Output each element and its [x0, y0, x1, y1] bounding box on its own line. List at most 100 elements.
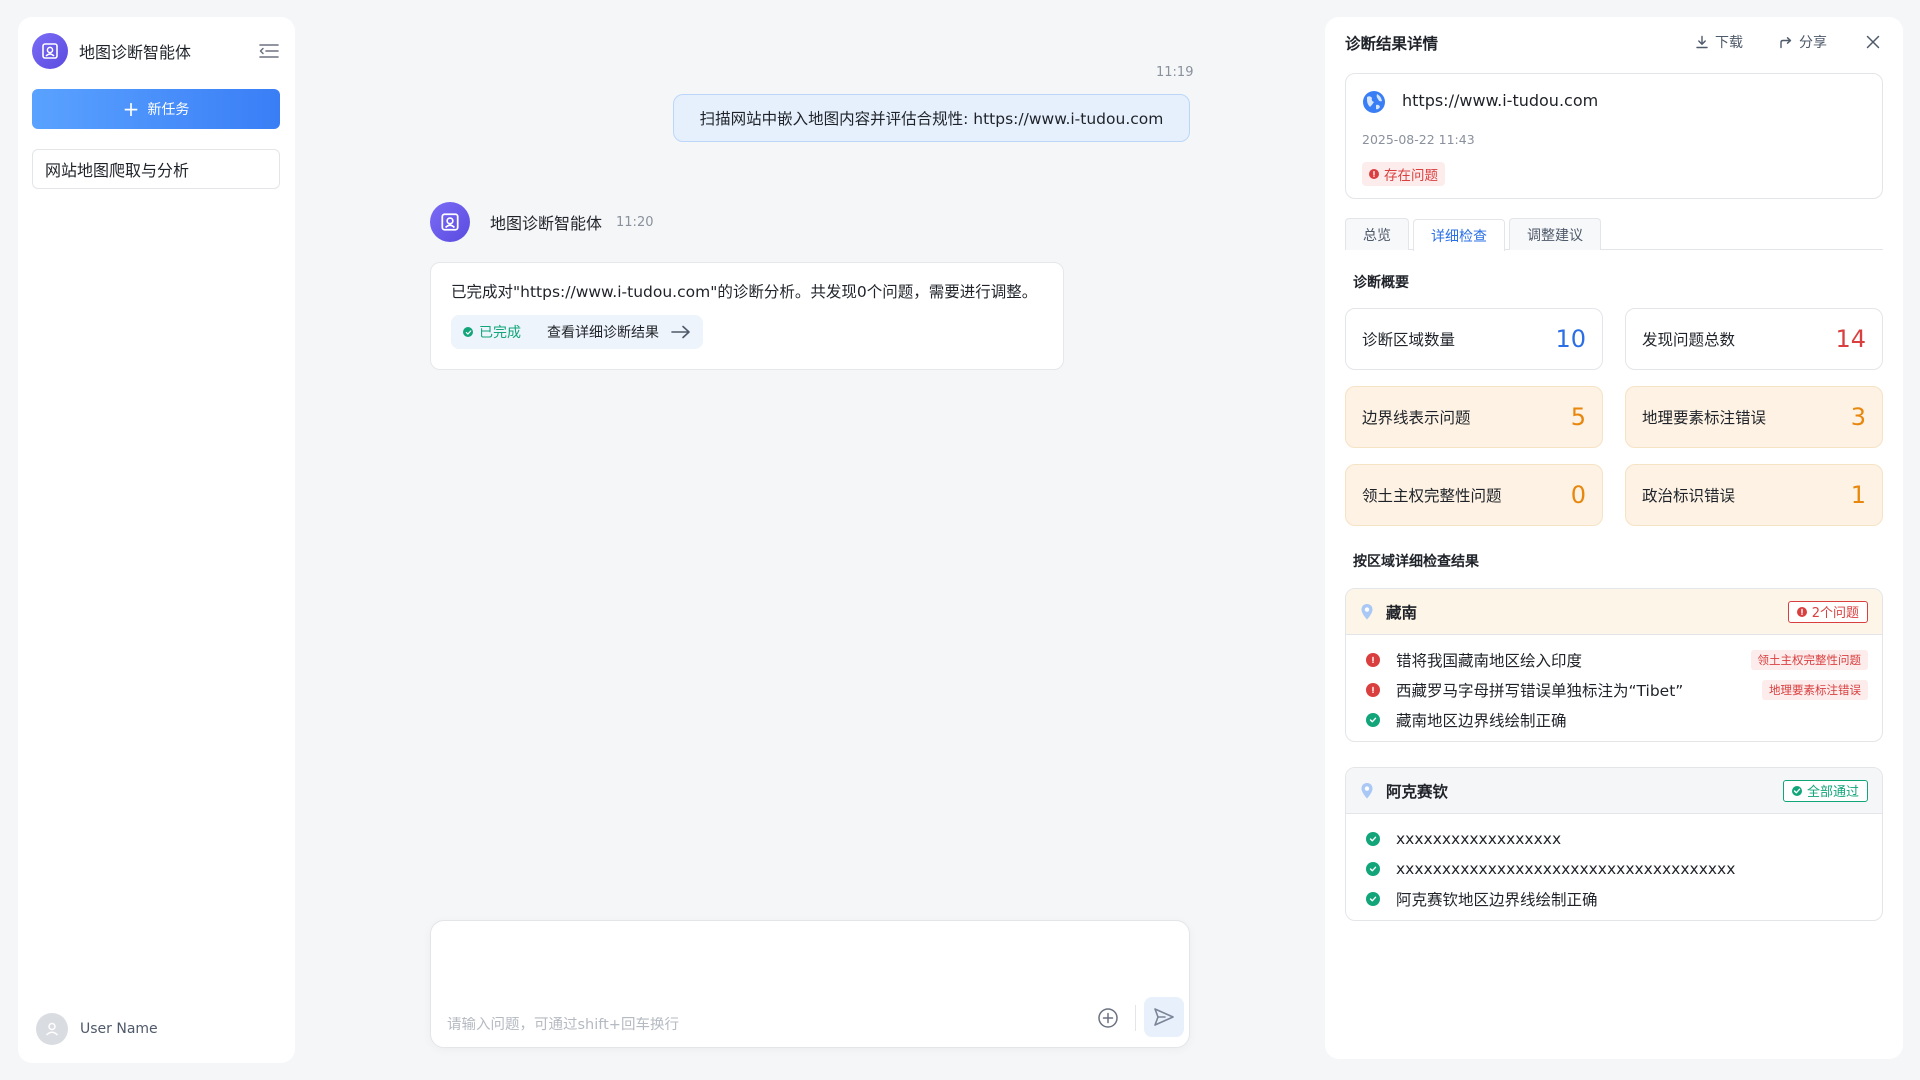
check-item-text: xxxxxxxxxxxxxxxxxx	[1396, 830, 1562, 848]
globe-icon	[1362, 90, 1386, 114]
check-item: 错将我国藏南地区绘入印度 领土主权完整性问题	[1366, 645, 1868, 675]
region-card: 阿克赛钦 全部通过 xxxxxxxxxxxxxxxxxx xxxxxxxxxxxxxx…	[1345, 767, 1883, 921]
input-divider	[1135, 1005, 1136, 1031]
region-status-badge: 全部通过	[1782, 779, 1868, 802]
region-status-label: 2个问题	[1811, 606, 1859, 621]
check-circle-icon	[463, 327, 473, 337]
result-detail-panel: 诊断结果详情 下载 分享 https://www.i-tudou.com 202…	[1325, 17, 1903, 1059]
check-circle-icon	[1791, 785, 1802, 796]
app-name: 地图诊断智能体	[79, 43, 192, 62]
sidebar: 地图诊断智能体 + 新任务 网站地图爬取与分析 User Name	[18, 17, 295, 1063]
stat-card: 发现问题总数 14	[1625, 308, 1883, 370]
check-item: xxxxxxxxxxxxxxxxxxxxxxxxxxxxxxxxxxxxx	[1366, 854, 1868, 884]
check-item-text: 错将我国藏南地区绘入印度	[1396, 652, 1583, 670]
share-icon	[1780, 37, 1792, 49]
stat-card: 领土主权完整性问题 0	[1345, 464, 1603, 526]
tab-overview[interactable]: 总览	[1345, 218, 1409, 250]
send-icon	[1154, 1008, 1174, 1026]
map-pin-icon	[1360, 782, 1374, 800]
sidebar-header: 地图诊断智能体	[32, 33, 281, 69]
new-task-button[interactable]: + 新任务	[32, 89, 280, 129]
stat-card: 诊断区域数量 10	[1345, 308, 1603, 370]
check-circle-icon	[1366, 862, 1380, 876]
stat-label: 地理要素标注错误	[1642, 409, 1767, 427]
collapse-sidebar-icon[interactable]	[257, 39, 281, 63]
region-checks: 错将我国藏南地区绘入印度 领土主权完整性问题西藏罗马字母拼写错误单独标注为“Tib…	[1346, 635, 1882, 741]
check-item: xxxxxxxxxxxxxxxxxx	[1366, 824, 1868, 854]
user-name: User Name	[80, 1021, 158, 1037]
check-item-text: 藏南地区边界线绘制正确	[1396, 712, 1567, 730]
tab-suggestions[interactable]: 调整建议	[1509, 218, 1601, 250]
stat-label: 边界线表示问题	[1362, 409, 1471, 427]
check-item: 西藏罗马字母拼写错误单独标注为“Tibet” 地理要素标注错误	[1366, 675, 1868, 705]
summary-title: 诊断概要	[1353, 275, 1409, 291]
panel-tabs: 总览 详细检查 调整建议	[1345, 218, 1883, 251]
status-label: 已完成	[479, 325, 521, 341]
region-checks: xxxxxxxxxxxxxxxxxx xxxxxxxxxxxxxxxxxxxxxx…	[1346, 814, 1882, 920]
plus-icon: +	[122, 97, 140, 121]
regions-title: 按区域详细检查结果	[1353, 554, 1479, 570]
check-circle-icon	[1366, 892, 1380, 906]
arrow-right-icon	[671, 325, 691, 339]
chat-input[interactable]	[447, 1017, 1067, 1033]
user-profile[interactable]: User Name	[36, 1013, 158, 1045]
panel-actions: 下载 分享	[1695, 32, 1883, 52]
region-name: 阿克赛钦	[1386, 782, 1449, 801]
url-text: https://www.i-tudou.com	[1402, 91, 1599, 110]
bot-message-header: 地图诊断智能体 11:20	[430, 202, 653, 242]
tab-detail-check[interactable]: 详细检查	[1413, 219, 1505, 251]
app-logo	[32, 33, 68, 69]
download-icon	[1696, 35, 1708, 49]
stat-value: 14	[1835, 325, 1866, 353]
new-task-label: 新任务	[147, 102, 190, 118]
region-status-label: 全部通过	[1806, 785, 1859, 800]
status-badge: 存在问题	[1362, 162, 1445, 186]
stat-label: 诊断区域数量	[1362, 331, 1456, 349]
check-circle-icon	[1366, 832, 1380, 846]
close-icon[interactable]	[1863, 32, 1883, 52]
check-item-text: 西藏罗马字母拼写错误单独标注为“Tibet”	[1396, 682, 1684, 700]
check-circle-icon	[1366, 713, 1380, 727]
view-detail-button[interactable]: 已完成 查看详细诊断结果	[451, 315, 703, 349]
stat-value: 1	[1850, 481, 1866, 509]
detail-link-label: 查看详细诊断结果	[547, 325, 659, 341]
alert-icon	[1366, 653, 1380, 667]
stat-value: 3	[1850, 403, 1866, 431]
add-attachment-icon[interactable]	[1095, 1005, 1121, 1031]
alert-icon	[1796, 606, 1807, 617]
stat-value: 0	[1570, 481, 1586, 509]
region-name: 藏南	[1386, 603, 1418, 622]
check-item-text: 阿克赛钦地区边界线绘制正确	[1396, 891, 1598, 909]
stat-card: 政治标识错误 1	[1625, 464, 1883, 526]
bot-message-card: 已完成对"https://www.i-tudou.com"的诊断分析。共发现0个…	[430, 262, 1064, 370]
alert-icon	[1366, 683, 1380, 697]
status-badge-label: 存在问题	[1384, 168, 1438, 184]
check-item-text: xxxxxxxxxxxxxxxxxxxxxxxxxxxxxxxxxxxxx	[1396, 860, 1736, 878]
region-header[interactable]: 藏南 2个问题	[1346, 589, 1882, 635]
send-button[interactable]	[1144, 997, 1184, 1037]
user-message-text: 扫描网站中嵌入地图内容并评估合规性: https://www.i-tudou.c…	[699, 110, 1164, 128]
share-button[interactable]: 分享	[1779, 32, 1827, 52]
region-status-badge: 2个问题	[1787, 600, 1868, 623]
map-pin-icon	[1360, 603, 1374, 621]
alert-icon	[1369, 169, 1379, 179]
task-item-label: 网站地图爬取与分析	[45, 161, 190, 180]
chat-input-box	[430, 920, 1190, 1048]
bot-message-time: 11:20	[616, 214, 654, 230]
region-header[interactable]: 阿克赛钦 全部通过	[1346, 768, 1882, 814]
region-card: 藏南 2个问题错将我国藏南地区绘入印度 领土主权完整性问题西藏罗马字母拼写错误单独标…	[1345, 588, 1883, 742]
task-item[interactable]: 网站地图爬取与分析	[32, 149, 280, 189]
issue-category-tag: 地理要素标注错误	[1762, 680, 1868, 700]
avatar	[36, 1013, 68, 1045]
share-label: 分享	[1799, 35, 1827, 51]
stat-label: 政治标识错误	[1642, 487, 1736, 505]
issue-category-tag: 领土主权完整性问题	[1750, 650, 1868, 670]
bot-message-text: 已完成对"https://www.i-tudou.com"的诊断分析。共发现0个…	[451, 283, 1038, 301]
check-item: 阿克赛钦地区边界线绘制正确	[1366, 884, 1868, 914]
panel-title: 诊断结果详情	[1345, 35, 1439, 53]
check-item: 藏南地区边界线绘制正确	[1366, 705, 1868, 735]
stat-card: 边界线表示问题 5	[1345, 386, 1603, 448]
stat-card: 地理要素标注错误 3	[1625, 386, 1883, 448]
stat-value: 10	[1555, 325, 1586, 353]
download-button[interactable]: 下载	[1695, 32, 1743, 52]
